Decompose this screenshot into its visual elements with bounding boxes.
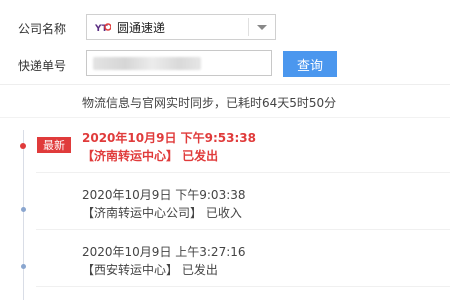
timeline-dot — [21, 207, 26, 212]
event-location: 【济南转运中心公司】 已收入 — [82, 206, 242, 220]
query-button[interactable]: 查询 — [283, 51, 337, 77]
timeline-dot-latest — [20, 143, 26, 149]
company-label: 公司名称 — [18, 22, 67, 36]
event-separator — [36, 172, 450, 173]
event-time: 2020年10月9日 上午3:27:16 — [82, 245, 246, 259]
timeline-line — [23, 130, 24, 300]
timeline-dot — [21, 264, 26, 269]
event-separator — [36, 229, 450, 230]
event-time: 2020年10月9日 下午9:53:38 — [82, 131, 256, 145]
yto-logo-icon: YT — [95, 21, 111, 33]
event-location: 【济南转运中心】 已发出 — [82, 149, 219, 163]
section-divider — [0, 117, 450, 118]
carrier-selected-value: 圆通速递 — [117, 20, 166, 35]
event-separator — [36, 286, 450, 287]
redacted-tracking-number — [93, 57, 201, 70]
carrier-select[interactable]: YT 圆通速递 — [86, 14, 276, 40]
select-separator — [248, 18, 249, 36]
event-location: 【西安转运中心】 已发出 — [82, 263, 218, 277]
tracking-label: 快递单号 — [18, 59, 67, 73]
svg-text:YT: YT — [95, 24, 109, 33]
latest-badge: 最新 — [37, 137, 71, 153]
chevron-down-icon[interactable] — [257, 25, 267, 30]
section-divider — [0, 84, 450, 85]
event-time: 2020年10月9日 下午9:03:38 — [82, 188, 246, 202]
sync-status-text: 物流信息与官网实时同步，已耗时64天5时50分 — [82, 96, 337, 110]
tracking-number-input[interactable] — [86, 50, 272, 76]
